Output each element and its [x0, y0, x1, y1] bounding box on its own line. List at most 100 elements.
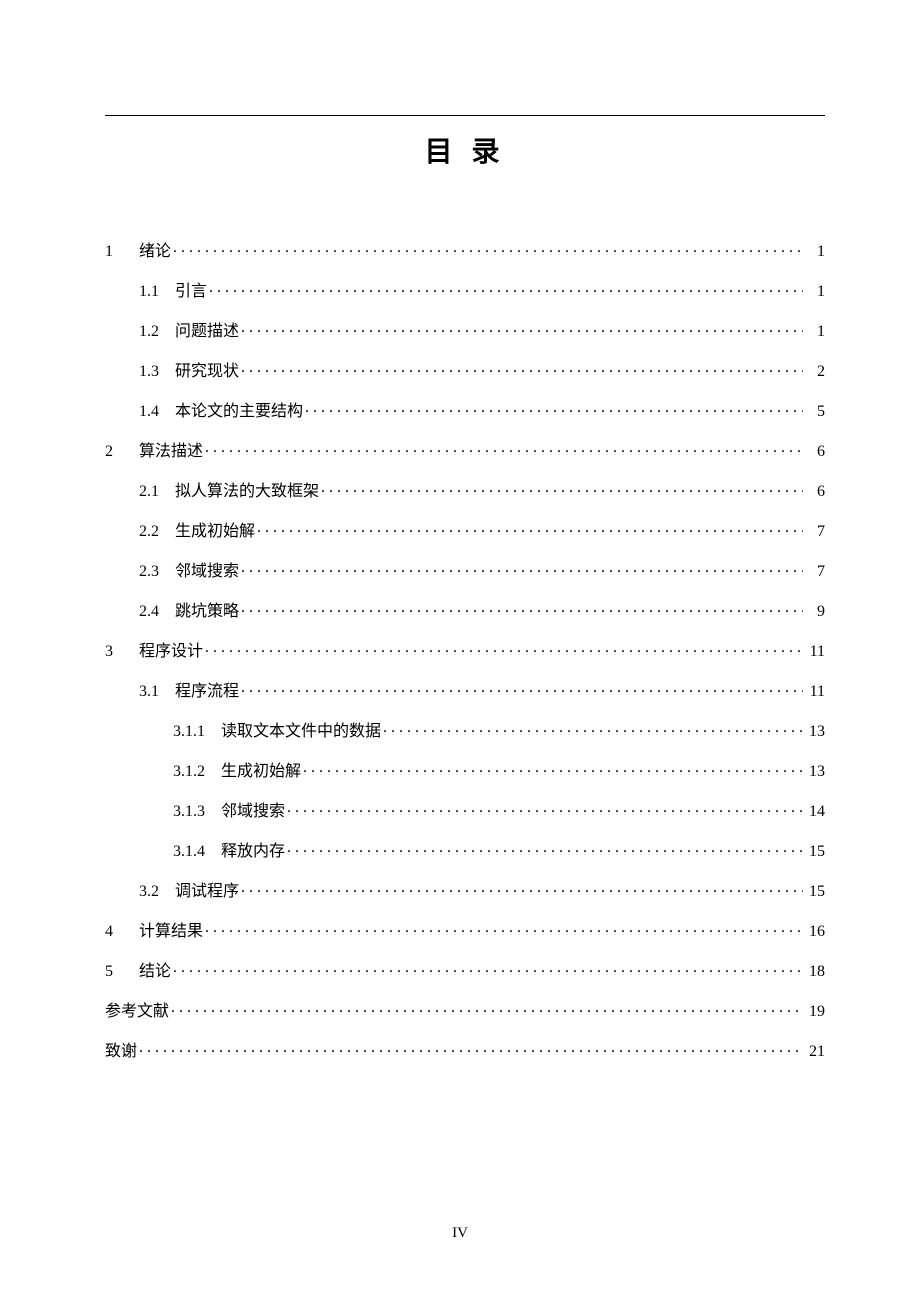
toc-entry-title: 参考文献 — [105, 1004, 169, 1020]
toc-entry-page: 15 — [805, 884, 825, 900]
toc-entry-title: 程序设计 — [139, 644, 203, 660]
toc-leader-dots — [241, 680, 803, 696]
toc-leader-dots — [171, 1000, 803, 1016]
toc-entry-number: 3.1.1 — [173, 724, 221, 740]
toc-entry-page: 11 — [805, 684, 825, 700]
toc-entry-number: 2.4 — [139, 604, 175, 620]
toc-entry: 2.3邻域搜索 7 — [105, 560, 825, 580]
toc-entry: 2.4跳坑策略 9 — [105, 600, 825, 620]
toc-entry-title: 调试程序 — [175, 884, 239, 900]
toc-entry-number: 2.1 — [139, 484, 175, 500]
toc-entry-title: 拟人算法的大致框架 — [175, 484, 319, 500]
toc-entry-number: 3 — [105, 644, 139, 660]
toc-leader-dots — [173, 240, 803, 256]
toc-entry-page: 1 — [805, 244, 825, 260]
toc-entry-page: 13 — [805, 724, 825, 740]
toc-entry-title: 计算结果 — [139, 924, 203, 940]
toc-entry-page: 7 — [805, 564, 825, 580]
toc-entry: 3.2调试程序 15 — [105, 880, 825, 900]
toc-entry: 1.2问题描述 1 — [105, 320, 825, 340]
toc-entry-page: 21 — [805, 1044, 825, 1060]
toc-entry: 3.1程序流程 11 — [105, 680, 825, 700]
toc-entry-number: 1 — [105, 244, 139, 260]
toc-entry-number: 3.2 — [139, 884, 175, 900]
toc-leader-dots — [287, 840, 803, 856]
toc-entry-title: 释放内存 — [221, 844, 285, 860]
toc-entry-page: 19 — [805, 1004, 825, 1020]
toc-entry: 2算法描述6 — [105, 440, 825, 460]
toc-leader-dots — [139, 1040, 803, 1056]
toc-entry-number: 5 — [105, 964, 139, 980]
toc-entry-title: 问题描述 — [175, 324, 239, 340]
toc-entry-title: 邻域搜索 — [175, 564, 239, 580]
toc-leader-dots — [209, 280, 803, 296]
toc-entry-title: 引言 — [175, 284, 207, 300]
toc-entry-page: 18 — [805, 964, 825, 980]
toc-entry-page: 11 — [805, 644, 825, 660]
toc-leader-dots — [303, 760, 803, 776]
toc-leader-dots — [241, 360, 803, 376]
toc-entry-number: 2.2 — [139, 524, 175, 540]
toc-entry-number: 1.4 — [139, 404, 175, 420]
toc-entry-title: 绪论 — [139, 244, 171, 260]
toc-entry-number: 2.3 — [139, 564, 175, 580]
toc-entry-title: 程序流程 — [175, 684, 239, 700]
toc-entry-number: 1.2 — [139, 324, 175, 340]
toc-entry-title: 算法描述 — [139, 444, 203, 460]
toc-entry-number: 3.1.4 — [173, 844, 221, 860]
table-of-contents: 1绪论11.1引言11.2问题描述11.3研究现状21.4本论文的主要结构52算… — [105, 240, 825, 1060]
toc-entry: 1绪论1 — [105, 240, 825, 260]
toc-entry-page: 1 — [805, 324, 825, 340]
toc-entry: 致谢 21 — [105, 1040, 825, 1060]
toc-entry: 1.4本论文的主要结构 5 — [105, 400, 825, 420]
toc-entry-page: 1 — [805, 284, 825, 300]
toc-leader-dots — [205, 440, 803, 456]
toc-entry-title: 研究现状 — [175, 364, 239, 380]
toc-leader-dots — [241, 880, 803, 896]
toc-entry-page: 9 — [805, 604, 825, 620]
toc-leader-dots — [173, 960, 803, 976]
toc-entry: 3程序设计 11 — [105, 640, 825, 660]
toc-entry-page: 6 — [805, 484, 825, 500]
toc-entry: 3.1.2生成初始解13 — [105, 760, 825, 780]
toc-leader-dots — [241, 600, 803, 616]
toc-entry-title: 本论文的主要结构 — [175, 404, 303, 420]
toc-title: 目 录 — [105, 130, 825, 170]
toc-leader-dots — [305, 400, 803, 416]
header-rule — [105, 115, 825, 116]
toc-entry-page: 2 — [805, 364, 825, 380]
toc-entry-page: 6 — [805, 444, 825, 460]
toc-entry: 参考文献 19 — [105, 1000, 825, 1020]
toc-entry-page: 16 — [805, 924, 825, 940]
toc-entry-number: 4 — [105, 924, 139, 940]
toc-entry-title: 致谢 — [105, 1044, 137, 1060]
toc-leader-dots — [241, 320, 803, 336]
toc-entry-page: 13 — [805, 764, 825, 780]
toc-leader-dots — [257, 520, 803, 536]
toc-entry: 2.1拟人算法的大致框架 6 — [105, 480, 825, 500]
toc-entry: 1.3研究现状 2 — [105, 360, 825, 380]
toc-entry-title: 生成初始解 — [221, 764, 301, 780]
toc-entry-page: 5 — [805, 404, 825, 420]
toc-entry-title: 邻域搜索 — [221, 804, 285, 820]
toc-entry: 3.1.1读取文本文件中的数据 13 — [105, 720, 825, 740]
toc-entry-page: 15 — [805, 844, 825, 860]
toc-entry-number: 3.1 — [139, 684, 175, 700]
toc-entry: 5结论 18 — [105, 960, 825, 980]
toc-leader-dots — [383, 720, 803, 736]
page: 目 录 1绪论11.1引言11.2问题描述11.3研究现状21.4本论文的主要结… — [0, 0, 920, 1302]
toc-entry-page: 7 — [805, 524, 825, 540]
toc-entry-title: 跳坑策略 — [175, 604, 239, 620]
toc-entry: 1.1引言 1 — [105, 280, 825, 300]
toc-entry-title: 结论 — [139, 964, 171, 980]
toc-entry-title: 读取文本文件中的数据 — [221, 724, 381, 740]
toc-entry: 4计算结果 16 — [105, 920, 825, 940]
toc-entry-number: 1.1 — [139, 284, 175, 300]
toc-leader-dots — [205, 640, 803, 656]
page-number-footer: IV — [0, 1225, 920, 1242]
toc-leader-dots — [287, 800, 803, 816]
toc-entry-number: 1.3 — [139, 364, 175, 380]
toc-entry-page: 14 — [805, 804, 825, 820]
toc-leader-dots — [241, 560, 803, 576]
toc-leader-dots — [321, 480, 803, 496]
